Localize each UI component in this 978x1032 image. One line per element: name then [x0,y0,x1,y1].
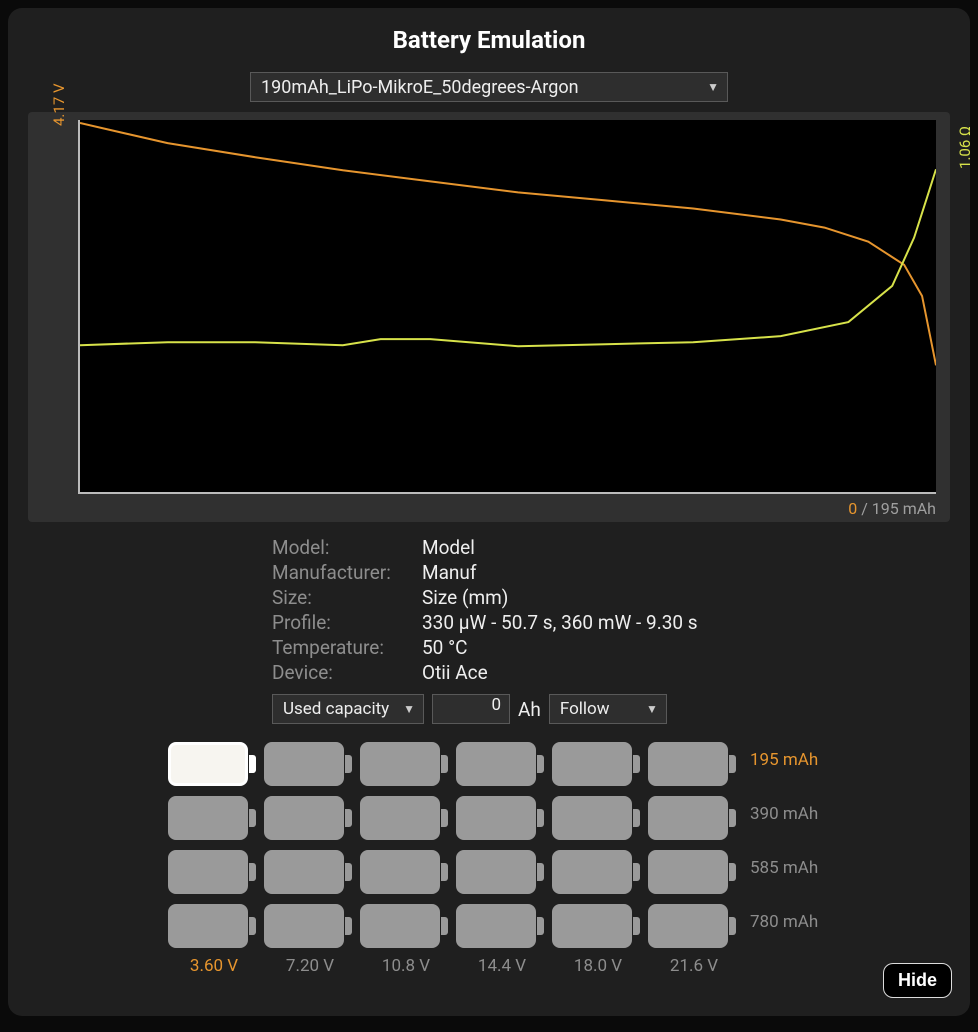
battery-cell[interactable] [168,796,258,840]
battery-cell[interactable] [168,904,258,948]
chevron-down-icon: ▼ [707,80,719,94]
chart-bottom-axis-label: 0 / 195 mAh [848,499,936,518]
battery-cell[interactable] [648,796,738,840]
battery-cell[interactable] [552,904,642,948]
battery-cell[interactable] [456,796,546,840]
resistance-curve [80,169,936,346]
info-value-model: Model [422,536,950,559]
battery-row-label: 585 mAh [750,850,818,900]
battery-grid [168,742,740,954]
battery-col-label: 10.8 V [360,956,452,976]
battery-cell[interactable] [552,796,642,840]
battery-cell[interactable] [456,742,546,786]
battery-cell[interactable] [360,742,450,786]
battery-cell[interactable] [648,850,738,894]
info-value-manufacturer: Manuf [422,561,950,584]
chart-x-zero: 0 [848,499,857,518]
info-value-temperature: 50 °C [422,636,950,659]
page-title: Battery Emulation [28,26,950,54]
info-label-profile: Profile: [272,611,422,634]
hide-button[interactable]: Hide [883,963,952,998]
chart-plot-area[interactable] [78,120,936,494]
battery-cell[interactable] [648,904,738,948]
battery-row-labels: 195 mAh390 mAh585 mAh780 mAh [750,742,818,954]
battery-cell[interactable] [360,850,450,894]
battery-cell[interactable] [552,742,642,786]
battery-cell[interactable] [168,742,258,786]
info-label-device: Device: [272,661,422,684]
battery-cell[interactable] [360,796,450,840]
used-capacity-select[interactable]: Used capacity ▼ [272,694,424,724]
battery-cell[interactable] [360,904,450,948]
chevron-down-icon: ▼ [646,702,658,716]
battery-chart: 4.17 V 1.06 Ω 0 / 195 mAh [28,112,950,522]
voltage-curve [80,123,936,365]
battery-info: Model: Model Manufacturer: Manuf Size: S… [272,536,950,684]
capacity-input[interactable]: 0 [432,694,510,724]
battery-cell[interactable] [648,742,738,786]
battery-col-label: 18.0 V [552,956,644,976]
capacity-controls: Used capacity ▼ 0 Ah Follow ▼ [272,694,950,724]
chart-left-axis-label: 4.17 V [50,83,68,126]
battery-row-label: 780 mAh [750,904,818,954]
chevron-down-icon: ▼ [403,702,415,716]
battery-cell[interactable] [264,904,354,948]
profile-select-value: 190mAh_LiPo-MikroE_50degrees-Argon [261,77,579,98]
battery-col-label: 21.6 V [648,956,740,976]
chart-x-max: 195 mAh [872,499,936,518]
capacity-unit: Ah [518,698,541,721]
battery-row-label: 390 mAh [750,796,818,846]
profile-select[interactable]: 190mAh_LiPo-MikroE_50degrees-Argon ▼ [250,72,728,102]
battery-cell[interactable] [552,850,642,894]
follow-select[interactable]: Follow ▼ [549,694,667,724]
battery-cell[interactable] [456,850,546,894]
battery-cell[interactable] [264,850,354,894]
battery-cell[interactable] [264,742,354,786]
info-label-model: Model: [272,536,422,559]
battery-cell[interactable] [168,850,258,894]
battery-cell[interactable] [456,904,546,948]
info-label-size: Size: [272,586,422,609]
info-label-manufacturer: Manufacturer: [272,561,422,584]
battery-cell[interactable] [264,796,354,840]
battery-col-labels: 3.60 V7.20 V10.8 V14.4 V18.0 V21.6 V [168,956,950,976]
battery-row-label: 195 mAh [750,742,818,792]
battery-col-label: 7.20 V [264,956,356,976]
info-value-device: Otii Ace [422,661,950,684]
battery-col-label: 14.4 V [456,956,548,976]
info-value-size: Size (mm) [422,586,950,609]
chart-right-axis-label: 1.06 Ω [956,126,974,169]
battery-col-label: 3.60 V [168,956,260,976]
battery-emulation-panel: Battery Emulation 190mAh_LiPo-MikroE_50d… [8,8,970,1016]
info-value-profile: 330 µW - 50.7 s, 360 mW - 9.30 s [422,611,950,634]
info-label-temperature: Temperature: [272,636,422,659]
